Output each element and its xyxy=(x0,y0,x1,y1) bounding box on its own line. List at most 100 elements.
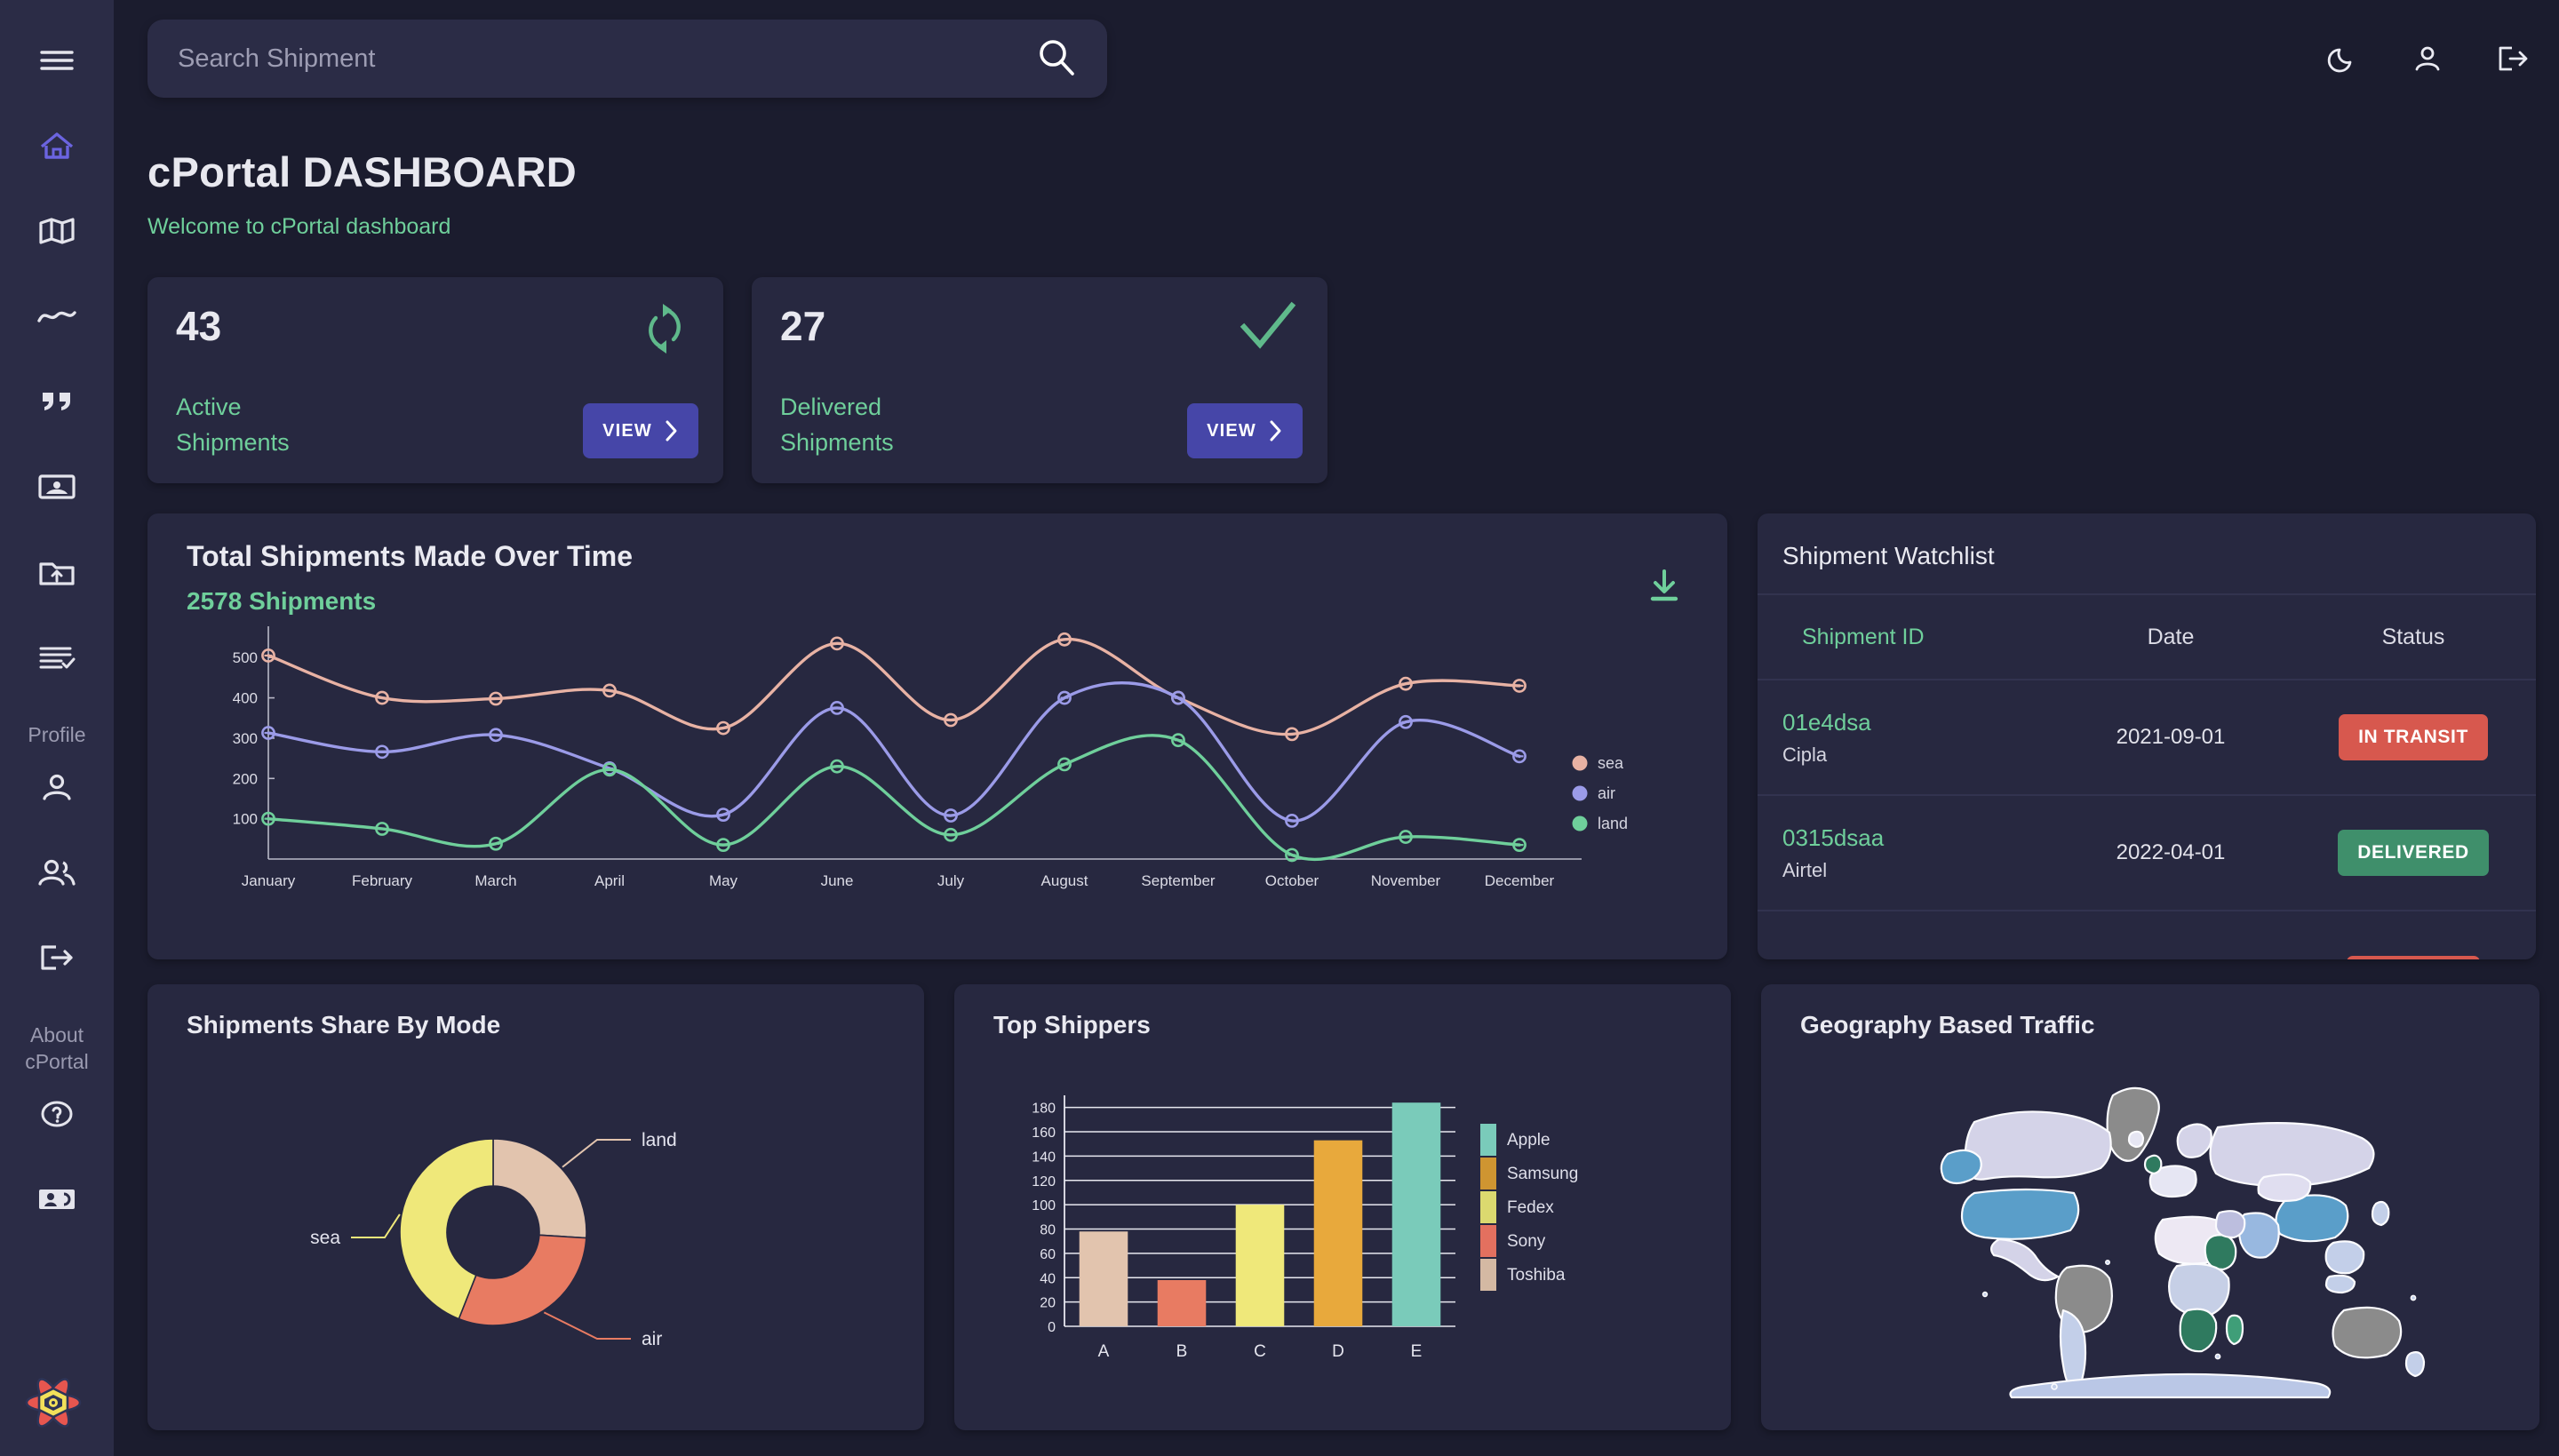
sidebar-item-help[interactable] xyxy=(32,1089,82,1139)
about-line-2: cPortal xyxy=(25,1050,89,1073)
watchlist-card: Shipment Watchlist Shipment ID Date Stat… xyxy=(1758,513,2536,959)
row-status: DELIVERED xyxy=(2291,830,2536,876)
active-count: 43 xyxy=(176,303,222,349)
sidebar-item-home[interactable] xyxy=(32,121,82,171)
sidebar-item-map[interactable] xyxy=(32,206,82,256)
donut-chart-card: Shipments Share By Mode land air sea xyxy=(147,984,924,1430)
search-icon[interactable] xyxy=(1036,36,1077,82)
hamburger-icon[interactable] xyxy=(32,36,82,85)
svg-text:land: land xyxy=(1598,815,1628,832)
svg-text:500: 500 xyxy=(233,649,258,666)
search-bar[interactable] xyxy=(147,20,1107,98)
svg-text:160: 160 xyxy=(1032,1126,1056,1141)
stat-cards: 43 Active Shipments VIEW 27 Delivered Sh… xyxy=(147,277,2539,483)
stat-card-delivered: 27 Delivered Shipments VIEW xyxy=(752,277,1327,483)
sidebar-section-about: About cPortal xyxy=(8,1022,106,1075)
svg-text:120: 120 xyxy=(1032,1174,1056,1189)
delivered-label: Delivered Shipments xyxy=(780,389,894,460)
column-date[interactable]: Date xyxy=(2051,625,2291,650)
svg-text:60: 60 xyxy=(1040,1247,1056,1262)
sidebar-item-contact[interactable] xyxy=(32,1174,82,1224)
row-status: IN TRANSIT xyxy=(2291,714,2536,760)
row-id-cell: 0315dsaa Airtel xyxy=(1758,824,2051,882)
svg-text:80: 80 xyxy=(1040,1223,1056,1238)
svg-text:sea: sea xyxy=(310,1228,340,1248)
search-input[interactable] xyxy=(178,44,1036,74)
column-shipment-id[interactable]: Shipment ID xyxy=(1758,625,2051,650)
map-title: Geography Based Traffic xyxy=(1800,1011,2095,1038)
line-chart-plot: 100 200 300 400 500 January February March April… xyxy=(187,621,1688,923)
column-status[interactable]: Status xyxy=(2291,625,2536,650)
row-status xyxy=(2291,956,2536,959)
svg-text:E: E xyxy=(1411,1342,1423,1361)
delivered-label-line1: Delivered xyxy=(780,394,882,420)
svg-text:air: air xyxy=(642,1329,662,1349)
svg-text:January: January xyxy=(242,872,296,889)
sidebar-item-analytics[interactable] xyxy=(32,291,82,341)
svg-text:Sony: Sony xyxy=(1507,1232,1546,1251)
svg-text:D: D xyxy=(1332,1342,1344,1361)
svg-text:300: 300 xyxy=(233,730,258,747)
watchlist-title: Shipment Watchlist xyxy=(1758,513,2536,595)
download-icon[interactable] xyxy=(1647,569,1681,609)
donut-chart-plot: land air sea xyxy=(187,1039,885,1404)
svg-text:April: April xyxy=(594,872,625,889)
svg-text:200: 200 xyxy=(233,770,258,787)
status-badge: IN TRANSIT xyxy=(2339,714,2488,760)
table-row[interactable]: 01e4dsa xyxy=(1758,911,2536,959)
svg-text:Fedex: Fedex xyxy=(1507,1198,1554,1217)
delivered-label-line2: Shipments xyxy=(780,429,894,456)
svg-text:October: October xyxy=(1265,872,1319,889)
svg-text:land: land xyxy=(642,1130,677,1150)
table-row[interactable]: 0315dsaa Airtel 2022-04-01 DELIVERED xyxy=(1758,796,2536,911)
sidebar-item-gallery[interactable] xyxy=(32,462,82,512)
bar-chart-card: Top Shippers 0 20 40 60 80 100 120 140 160 180 A B C… xyxy=(954,984,1731,1430)
bottom-row: Shipments Share By Mode land air sea Top S… xyxy=(147,984,2539,1430)
sidebar-item-quotes[interactable] xyxy=(32,377,82,426)
company-name: Cipla xyxy=(1782,743,1828,766)
view-active-label: VIEW xyxy=(602,420,652,441)
moon-icon[interactable] xyxy=(2324,41,2360,76)
stat-card-active: 43 Active Shipments VIEW xyxy=(147,277,723,483)
svg-text:0: 0 xyxy=(1048,1320,1056,1335)
view-active-button[interactable]: VIEW xyxy=(583,403,698,458)
dashboard-root: Profile About cPortal Search Shipment cP… xyxy=(0,0,2559,1456)
line-chart-subtitle: 2578 Shipments xyxy=(187,587,377,615)
donut-chart-title: Shipments Share By Mode xyxy=(187,1011,501,1038)
svg-text:sea: sea xyxy=(1598,754,1624,772)
svg-text:Apple: Apple xyxy=(1507,1131,1551,1150)
active-label-line2: Shipments xyxy=(176,429,290,456)
chevron-right-icon xyxy=(666,420,677,442)
row-date: 2021-09-01 xyxy=(2116,725,2226,749)
svg-text:Toshiba: Toshiba xyxy=(1507,1266,1566,1285)
sidebar-item-account[interactable] xyxy=(32,762,82,812)
shipment-id: 01e4dsa xyxy=(1782,708,1871,736)
svg-text:140: 140 xyxy=(1032,1150,1056,1165)
check-mark-icon xyxy=(1239,300,1297,358)
table-row[interactable]: 01e4dsa Cipla 2021-09-01 IN TRANSIT xyxy=(1758,680,2536,796)
view-delivered-label: VIEW xyxy=(1207,420,1256,441)
page-title: cPortal DASHBOARD xyxy=(147,148,577,195)
svg-text:180: 180 xyxy=(1032,1102,1056,1117)
status-badge: DELIVERED xyxy=(2338,830,2489,876)
sidebar: Profile About cPortal xyxy=(0,0,114,1456)
active-label: Active Shipments xyxy=(176,389,290,460)
svg-text:August: August xyxy=(1041,872,1088,889)
svg-text:B: B xyxy=(1176,1342,1188,1361)
logout-icon[interactable] xyxy=(2495,41,2531,76)
svg-text:September: September xyxy=(1141,872,1215,889)
world-map-plot xyxy=(1800,1039,2500,1404)
active-label-line1: Active xyxy=(176,394,242,420)
delivered-count: 27 xyxy=(780,303,826,349)
sidebar-item-upload[interactable] xyxy=(32,547,82,597)
person-icon[interactable] xyxy=(2410,41,2445,76)
bar-chart-plot: 0 20 40 60 80 100 120 140 160 180 A B C D E Apple Samsun… xyxy=(993,1039,1692,1404)
view-delivered-button[interactable]: VIEW xyxy=(1187,403,1303,458)
map-card: Geography Based Traffic xyxy=(1761,984,2539,1430)
svg-text:May: May xyxy=(709,872,738,889)
svg-text:A: A xyxy=(1098,1342,1110,1361)
sidebar-item-team[interactable] xyxy=(32,847,82,897)
shipment-id: 01e4dsa xyxy=(1782,955,2051,960)
sidebar-item-logout[interactable] xyxy=(32,933,82,983)
sidebar-item-tasks[interactable] xyxy=(32,633,82,682)
